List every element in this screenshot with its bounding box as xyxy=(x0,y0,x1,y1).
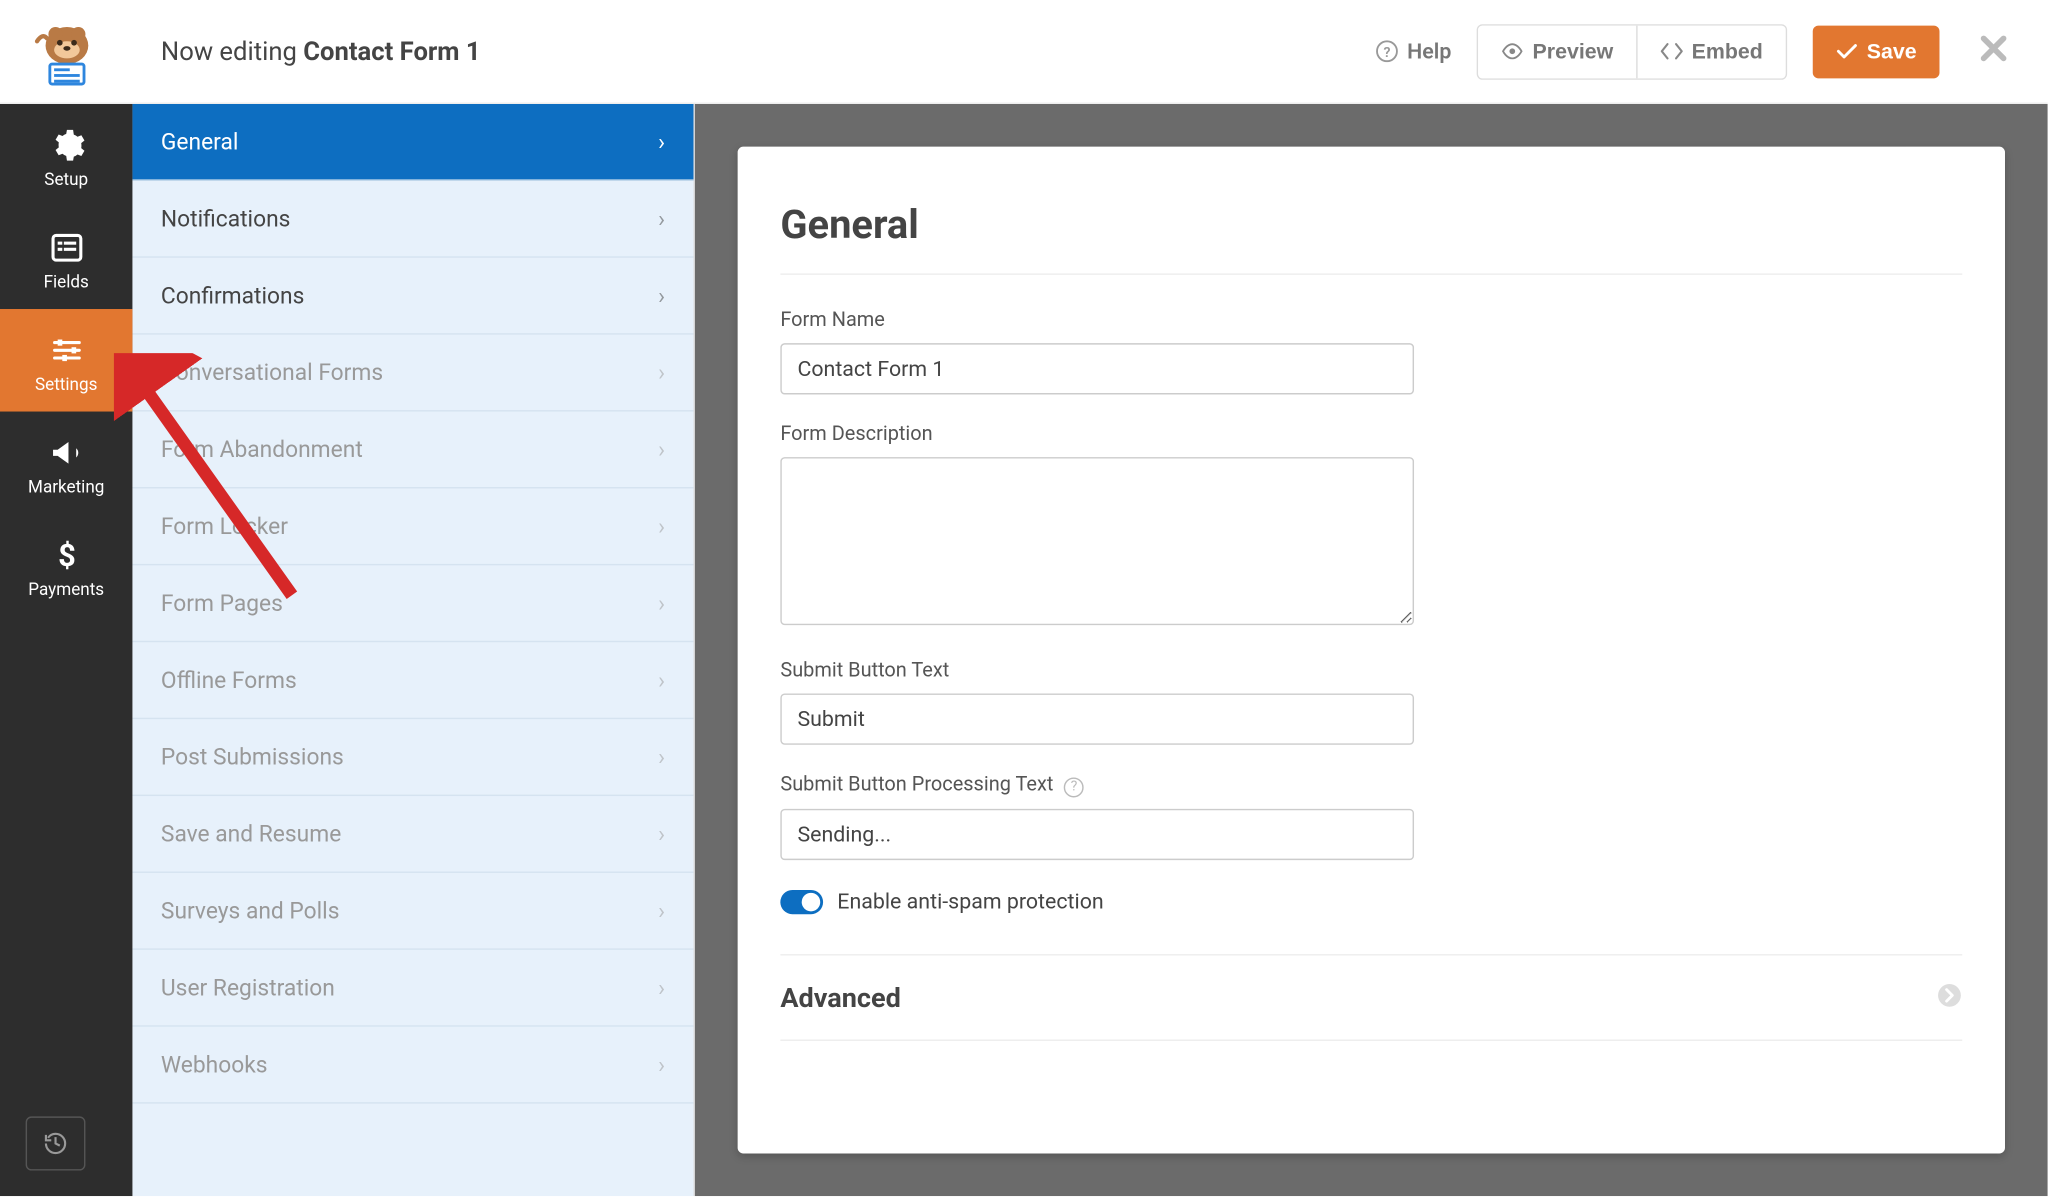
now-editing-label: Now editing xyxy=(161,36,303,66)
preview-button[interactable]: Preview xyxy=(1478,25,1636,78)
chevron-right-icon: › xyxy=(658,666,665,693)
submit-processing-input[interactable] xyxy=(780,809,1414,860)
topbar-actions: ? Help Preview Embed Save xyxy=(1376,23,2048,79)
top-bar: Now editing Contact Form 1 ? Help Previe… xyxy=(0,0,2048,104)
chevron-right-icon: › xyxy=(658,820,665,847)
sidebar-item-form-locker[interactable]: Form Locker› xyxy=(132,488,693,565)
sidebar-item-confirmations[interactable]: Confirmations› xyxy=(132,258,693,335)
field-form-description: Form Description xyxy=(780,423,1414,631)
check-icon xyxy=(1835,40,1858,63)
history-icon xyxy=(43,1131,69,1157)
chevron-right-icon: › xyxy=(658,359,665,386)
svg-text:$: $ xyxy=(57,537,75,574)
chevron-right-icon: › xyxy=(658,205,665,232)
svg-text:?: ? xyxy=(1384,45,1391,61)
embed-button[interactable]: Embed xyxy=(1636,25,1786,78)
form-description-label: Form Description xyxy=(780,423,1414,446)
nav-setup[interactable]: Setup xyxy=(0,104,132,207)
nav-history xyxy=(0,1091,132,1196)
nav-fields[interactable]: Fields xyxy=(0,206,132,309)
panel-heading: General xyxy=(780,201,1962,275)
dollar-icon: $ xyxy=(48,537,85,574)
sidebar-item-user-registration[interactable]: User Registration› xyxy=(132,950,693,1027)
help-icon: ? xyxy=(1376,40,1399,63)
help-link[interactable]: ? Help xyxy=(1376,38,1452,64)
nav-marketing[interactable]: Marketing xyxy=(0,412,132,515)
sliders-icon xyxy=(48,332,85,369)
preview-embed-group: Preview Embed xyxy=(1477,23,1787,79)
advanced-row[interactable]: Advanced xyxy=(780,954,1962,1041)
main-area: Setup Fields Settings Marketing $ Paymen… xyxy=(0,104,2048,1196)
sidebar-item-conversational-forms[interactable]: Conversational Forms› xyxy=(132,335,693,412)
chevron-right-icon: › xyxy=(658,282,665,309)
field-submit-processing: Submit Button Processing Text ? xyxy=(780,773,1414,860)
sidebar-item-post-submissions[interactable]: Post Submissions› xyxy=(132,719,693,796)
submit-processing-label: Submit Button Processing Text ? xyxy=(780,773,1414,797)
history-button[interactable] xyxy=(26,1116,86,1170)
close-button[interactable] xyxy=(1965,34,2022,68)
chevron-right-icon: › xyxy=(658,743,665,770)
chevron-right-icon: › xyxy=(658,436,665,463)
embed-icon xyxy=(1660,40,1683,63)
chevron-right-icon: › xyxy=(658,128,665,155)
nav-payments[interactable]: $ Payments xyxy=(0,514,132,617)
form-description-input[interactable] xyxy=(780,457,1414,625)
save-button[interactable]: Save xyxy=(1813,25,1940,78)
form-title: Contact Form 1 xyxy=(303,36,480,66)
sidebar-item-offline-forms[interactable]: Offline Forms› xyxy=(132,642,693,719)
chevron-right-icon: › xyxy=(658,1051,665,1078)
chevron-circle-right-icon xyxy=(1937,982,1963,1013)
field-submit-text: Submit Button Text xyxy=(780,659,1414,744)
chevron-right-icon: › xyxy=(658,590,665,617)
antispam-row: Enable anti-spam protection xyxy=(780,889,1962,915)
sidebar-item-notifications[interactable]: Notifications› xyxy=(132,181,693,258)
antispam-toggle[interactable] xyxy=(780,889,823,913)
page-title: Now editing Contact Form 1 xyxy=(132,36,1375,66)
chevron-right-icon: › xyxy=(658,513,665,540)
sidebar-item-surveys-and-polls[interactable]: Surveys and Polls› xyxy=(132,873,693,950)
form-name-label: Form Name xyxy=(780,309,1414,332)
app-logo xyxy=(0,16,132,87)
sidebar-item-save-and-resume[interactable]: Save and Resume› xyxy=(132,796,693,873)
form-name-input[interactable] xyxy=(780,343,1414,394)
chevron-right-icon: › xyxy=(658,897,665,924)
antispam-label: Enable anti-spam protection xyxy=(837,889,1103,915)
sidebar-item-form-pages[interactable]: Form Pages› xyxy=(132,565,693,642)
left-nav: Setup Fields Settings Marketing $ Paymen… xyxy=(0,104,132,1196)
content-area: General Form Name Form Description Submi… xyxy=(695,104,2048,1196)
list-icon xyxy=(48,229,85,266)
sidebar-item-general[interactable]: General› xyxy=(132,104,693,181)
field-form-name: Form Name xyxy=(780,309,1414,394)
bullhorn-icon xyxy=(48,434,85,471)
sidebar-item-webhooks[interactable]: Webhooks› xyxy=(132,1027,693,1104)
wpforms-logo-icon xyxy=(31,16,102,87)
help-tooltip-icon[interactable]: ? xyxy=(1064,778,1084,798)
submit-text-label: Submit Button Text xyxy=(780,659,1414,682)
submit-text-input[interactable] xyxy=(780,693,1414,744)
chevron-right-icon: › xyxy=(658,974,665,1001)
nav-settings[interactable]: Settings xyxy=(0,309,132,412)
eye-icon xyxy=(1501,40,1524,63)
advanced-label: Advanced xyxy=(780,981,901,1014)
close-icon xyxy=(1979,34,2007,62)
sidebar-item-form-abandonment[interactable]: Form Abandonment› xyxy=(132,412,693,489)
settings-panel: General Form Name Form Description Submi… xyxy=(738,147,2005,1154)
gear-icon xyxy=(48,127,85,164)
settings-sidebar: General› Notifications› Confirmations› C… xyxy=(132,104,694,1196)
